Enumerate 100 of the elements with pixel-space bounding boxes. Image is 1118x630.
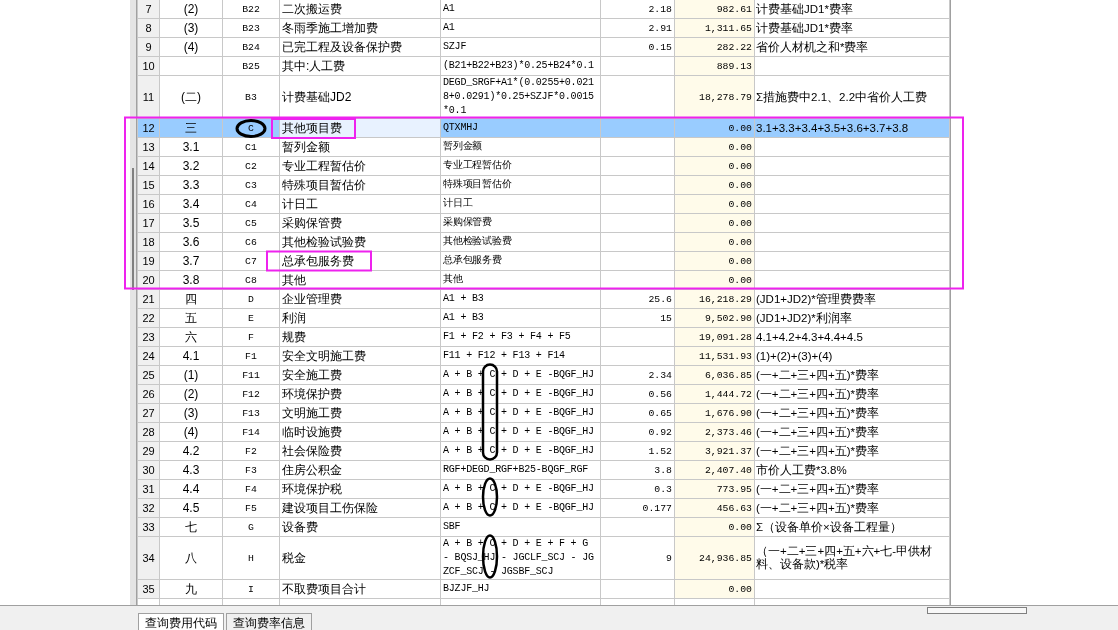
table-cell: F11 bbox=[222, 365, 280, 385]
table-cell: 其他 bbox=[440, 270, 601, 290]
table-cell: (3) bbox=[159, 403, 223, 423]
table-cell: A1 bbox=[440, 18, 601, 38]
table-cell: (一+二+三+四+五)*费率 bbox=[754, 365, 950, 385]
table-cell: 4.1 bbox=[159, 346, 223, 366]
scrollbar[interactable] bbox=[130, 0, 137, 605]
table-cell: 规费 bbox=[279, 327, 441, 347]
table-row[interactable]: 17 3.5 C5 采购保管费 采购保管费 0.00 bbox=[137, 213, 950, 233]
table-cell: 计费基础JD1*费率 bbox=[754, 0, 950, 19]
table-cell: (一+二+三+四+五)*费率 bbox=[754, 441, 950, 461]
table-cell: C7 bbox=[222, 251, 280, 271]
table-row[interactable]: 20 3.8 C8 其他 其他 0.00 bbox=[137, 270, 950, 290]
table-row[interactable]: 18 3.6 C6 其他检验试验费 其他检验试验费 0.00 bbox=[137, 232, 950, 252]
table-cell: 暂列金额 bbox=[279, 137, 441, 157]
table-cell: 24,936.85 bbox=[674, 536, 755, 580]
table-row[interactable]: 11 (二) B3 计费基础JD2 DEGD_SRGF+A1*(0.0255+0.0218+0.0291)*0.25+SZJF*0.0015*0.1 18,278.79 Σ措施费中2.1、2.2中省价人工费 bbox=[137, 75, 950, 119]
table-cell: (2) bbox=[159, 0, 223, 19]
table-cell: (一+二+三+四+五)*费率 bbox=[754, 498, 950, 518]
table-row[interactable]: 10 B25 其中:人工费 (B21+B22+B23)*0.25+B24*0.1 889.13 bbox=[137, 56, 950, 76]
table-cell: 计日工 bbox=[279, 194, 441, 214]
table-row[interactable]: 23 六 F 规费 F1 + F2 + F3 + F4 + F5 19,091.28 4.1+4.2+4.3+4.4+4.5 bbox=[137, 327, 950, 347]
table-cell: E bbox=[222, 308, 280, 328]
table-cell: (一+二+三+四+五)*费率 bbox=[754, 384, 950, 404]
table-cell: 不取费项目合计 bbox=[279, 579, 441, 599]
table-cell: (JD1+JD2)*管理费费率 bbox=[754, 289, 950, 309]
table-cell: G bbox=[222, 517, 280, 537]
table-cell: 4.5 bbox=[159, 498, 223, 518]
table-cell: 总承包服务费 bbox=[440, 251, 601, 271]
table-row[interactable]: 19 3.7 C7 总承包服务费 总承包服务费 0.00 bbox=[137, 251, 950, 271]
table-cell: 0.15 bbox=[600, 37, 675, 57]
table-row[interactable]: 12 三 C 其他项目费 QTXMHJ 0.00 3.1+3.3+3.4+3.5+3.6+3.7+3.8 bbox=[137, 118, 950, 138]
table-cell: SZJF bbox=[440, 37, 601, 57]
table-cell: F14 bbox=[222, 422, 280, 442]
table-cell: 五 bbox=[159, 308, 223, 328]
table-cell: I bbox=[222, 579, 280, 599]
table-cell: A1 + B3 bbox=[440, 289, 601, 309]
table-row[interactable]: 31 4.4 F4 环境保护税 A + B + C + D + E -BQGF_HJ 0.3 773.95 (一+二+三+四+五)*费率 bbox=[137, 479, 950, 499]
table-cell: B22 bbox=[222, 0, 280, 19]
table-cell: 15 bbox=[600, 308, 675, 328]
table-row[interactable]: 13 3.1 C1 暂列金额 暂列金额 0.00 bbox=[137, 137, 950, 157]
table-cell: 3.2 bbox=[159, 156, 223, 176]
table-cell: B24 bbox=[222, 37, 280, 57]
table-cell: A1 + B3 bbox=[440, 308, 601, 328]
table-cell: Σ（设备单价×设备工程量） bbox=[754, 517, 950, 537]
table-row[interactable]: 33 七 G 设备费 SBF 0.00 Σ（设备单价×设备工程量） bbox=[137, 517, 950, 537]
table-cell: 二次搬运费 bbox=[279, 0, 441, 19]
table-row[interactable]: 8 (3) B23 冬雨季施工增加费 A1 2.91 1,311.65 计费基础JD1*费率 bbox=[137, 18, 950, 38]
table-cell: 4.3 bbox=[159, 460, 223, 480]
table-cell: 4.2 bbox=[159, 441, 223, 461]
table-cell: A1 bbox=[440, 0, 601, 19]
table-cell: 住房公积金 bbox=[279, 460, 441, 480]
table-cell: (JD1+JD2)*利润率 bbox=[754, 308, 950, 328]
table-row[interactable]: 30 4.3 F3 住房公积金 RGF+DEGD_RGF+B25-BQGF_RGF 3.8 2,407.40 市价人工费*3.8% bbox=[137, 460, 950, 480]
table-cell: F1 + F2 + F3 + F4 + F5 bbox=[440, 327, 601, 347]
table-row[interactable]: 24 4.1 F1 安全文明施工费 F11 + F12 + F13 + F14 11,531.93 (1)+(2)+(3)+(4) bbox=[137, 346, 950, 366]
table-row[interactable]: 35 九 I 不取费项目合计 BJZJF_HJ 0.00 bbox=[137, 579, 950, 599]
table-row[interactable]: 9 (4) B24 已完工程及设备保护费 SZJF 0.15 282.22 省价人材机之和*费率 bbox=[137, 37, 950, 57]
table-cell: 特殊项目暂估价 bbox=[440, 175, 601, 195]
table-cell: 0.56 bbox=[600, 384, 675, 404]
table-cell: 2.34 bbox=[600, 365, 675, 385]
table-cell: Σ措施费中2.1、2.2中省价人工费 bbox=[754, 75, 950, 119]
table-cell: 总承包服务费 bbox=[279, 251, 441, 271]
table-cell: 税金 bbox=[279, 536, 441, 580]
table-cell: 八 bbox=[159, 536, 223, 580]
tab[interactable]: 查询费率信息 bbox=[226, 613, 312, 630]
table-cell: 其他检验试验费 bbox=[440, 232, 601, 252]
table-row[interactable]: 32 4.5 F5 建设项目工伤保险 A + B + C + D + E -BQGF_HJ 0.177 456.63 (一+二+三+四+五)*费率 bbox=[137, 498, 950, 518]
table-row[interactable]: 22 五 E 利润 A1 + B3 15 9,502.90 (JD1+JD2)*利润率 bbox=[137, 308, 950, 328]
table-cell: 省价人材机之和*费率 bbox=[754, 37, 950, 57]
table-cell: 设备费 bbox=[279, 517, 441, 537]
table-row[interactable]: 16 3.4 C4 计日工 计日工 0.00 bbox=[137, 194, 950, 214]
table-cell: C2 bbox=[222, 156, 280, 176]
table-cell: 3.7 bbox=[159, 251, 223, 271]
table-cell: BJZJF_HJ bbox=[440, 579, 601, 599]
table-cell: 已完工程及设备保护费 bbox=[279, 37, 441, 57]
table-cell: （一+二+三+四+五+六+七-甲供材料、设备款)*税率 bbox=[754, 536, 950, 580]
table-cell: RGF+DEGD_RGF+B25-BQGF_RGF bbox=[440, 460, 601, 480]
table-row[interactable]: 7 (2) B22 二次搬运费 A1 2.18 982.61 计费基础JD1*费率 bbox=[137, 0, 950, 19]
table-cell: (一+二+三+四+五)*费率 bbox=[754, 422, 950, 442]
table-cell: C5 bbox=[222, 213, 280, 233]
table-cell: 文明施工费 bbox=[279, 403, 441, 423]
table-cell: 982.61 bbox=[674, 0, 755, 19]
table-cell: B23 bbox=[222, 18, 280, 38]
table-cell bbox=[159, 56, 223, 76]
table-row[interactable]: 21 四 D 企业管理费 A1 + B3 25.6 16,218.29 (JD1+JD2)*管理费费率 bbox=[137, 289, 950, 309]
table-cell: 专业工程暂估价 bbox=[440, 156, 601, 176]
scrollbar[interactable] bbox=[927, 607, 1027, 614]
table-cell: 计费基础JD2 bbox=[279, 75, 441, 119]
table-cell: 计费基础JD1*费率 bbox=[754, 18, 950, 38]
tab[interactable]: 查询费用代码 bbox=[138, 613, 224, 630]
table-cell: 安全施工费 bbox=[279, 365, 441, 385]
table-row[interactable]: 15 3.3 C3 特殊项目暂估价 特殊项目暂估价 0.00 bbox=[137, 175, 950, 195]
table-row[interactable]: 14 3.2 C2 专业工程暂估价 专业工程暂估价 0.00 bbox=[137, 156, 950, 176]
table-cell: 9 bbox=[600, 536, 675, 580]
table-cell: (3) bbox=[159, 18, 223, 38]
table-cell: 4.1+4.2+4.3+4.4+4.5 bbox=[754, 327, 950, 347]
table-cell: F3 bbox=[222, 460, 280, 480]
table-cell: 六 bbox=[159, 327, 223, 347]
table-cell: 社会保险费 bbox=[279, 441, 441, 461]
